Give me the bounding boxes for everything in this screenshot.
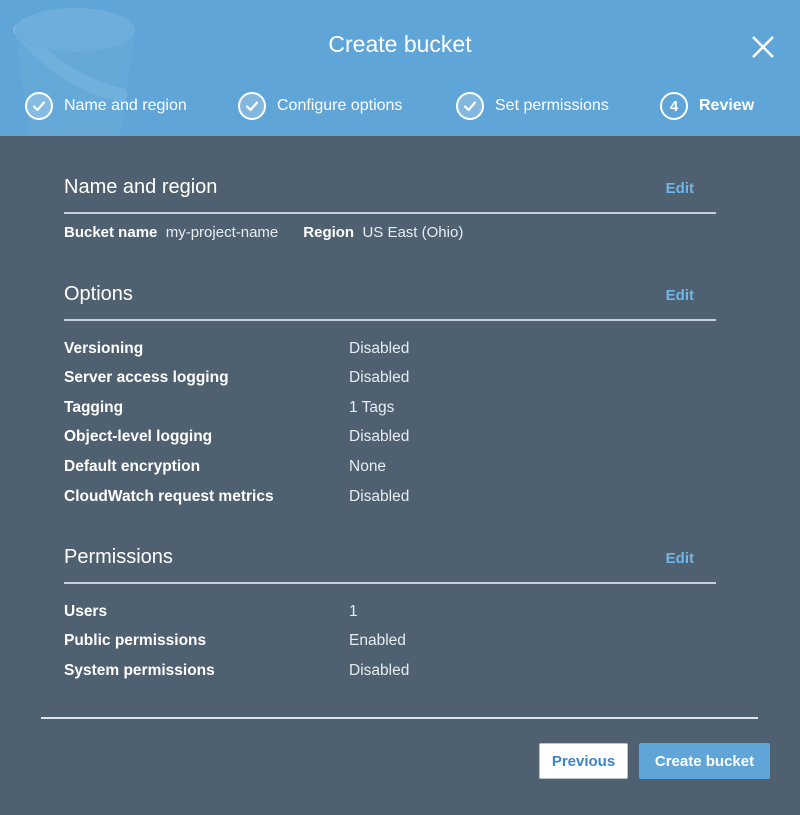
step-check-icon bbox=[456, 92, 484, 120]
permission-label: Users bbox=[64, 603, 108, 620]
step-label: Set permissions bbox=[495, 97, 609, 114]
option-label: Server access logging bbox=[64, 369, 229, 386]
permission-label: Public permissions bbox=[64, 632, 207, 649]
option-value: Disabled bbox=[349, 369, 410, 386]
option-value: Disabled bbox=[349, 488, 410, 505]
create-bucket-button[interactable]: Create bucket bbox=[639, 743, 770, 779]
permission-row: System permissions Disabled bbox=[64, 662, 564, 682]
option-label: Default encryption bbox=[64, 458, 201, 475]
option-label: Versioning bbox=[64, 340, 144, 357]
step-configure-options[interactable]: Configure options bbox=[238, 88, 402, 124]
permission-row: Users 1 bbox=[64, 603, 564, 623]
permission-value: Enabled bbox=[349, 632, 406, 649]
option-row: Object-level logging Disabled bbox=[64, 428, 564, 448]
edit-options-link[interactable]: Edit bbox=[666, 287, 694, 304]
section-header-name-region: Name and region Edit bbox=[64, 176, 716, 214]
dialog-header: Create bucket Name and region Configure … bbox=[0, 0, 800, 136]
option-row: Server access logging Disabled bbox=[64, 369, 564, 389]
option-value: None bbox=[349, 458, 387, 475]
section-header-options: Options Edit bbox=[64, 283, 716, 321]
option-value: 1 Tags bbox=[349, 399, 395, 416]
permission-row: Public permissions Enabled bbox=[64, 632, 564, 652]
permission-value: Disabled bbox=[349, 662, 410, 679]
previous-button[interactable]: Previous bbox=[539, 743, 628, 779]
option-value: Disabled bbox=[349, 340, 410, 357]
section-header-permissions: Permissions Edit bbox=[64, 546, 716, 584]
option-row: Default encryption None bbox=[64, 458, 564, 478]
name-region-summary: Bucket name my-project-name Region US Ea… bbox=[64, 224, 463, 241]
step-number: 4 bbox=[660, 92, 688, 120]
option-row: CloudWatch request metrics Disabled bbox=[64, 488, 564, 508]
check-icon bbox=[32, 101, 46, 112]
bucket-name-label: Bucket name bbox=[64, 224, 158, 241]
edit-permissions-link[interactable]: Edit bbox=[666, 550, 694, 567]
region-label: Region bbox=[303, 224, 355, 241]
step-label: Name and region bbox=[64, 97, 187, 114]
option-label: Object-level logging bbox=[64, 428, 213, 445]
step-check-icon bbox=[25, 92, 53, 120]
option-row: Versioning Disabled bbox=[64, 340, 564, 360]
section-title: Name and region bbox=[64, 176, 218, 198]
wizard-steps: Name and region Configure options Set pe… bbox=[0, 88, 800, 124]
section-title: Options bbox=[64, 283, 133, 305]
check-icon bbox=[245, 101, 259, 112]
step-name-and-region[interactable]: Name and region bbox=[25, 88, 187, 124]
create-bucket-dialog: Create bucket Name and region Configure … bbox=[0, 0, 800, 815]
bucket-name-value: my-project-name bbox=[165, 224, 279, 241]
permission-value: 1 bbox=[349, 603, 358, 620]
edit-name-region-link[interactable]: Edit bbox=[666, 180, 694, 197]
dialog-title: Create bucket bbox=[328, 31, 472, 57]
section-title: Permissions bbox=[64, 546, 173, 568]
close-icon bbox=[752, 36, 774, 58]
option-label: CloudWatch request metrics bbox=[64, 488, 274, 505]
step-label: Configure options bbox=[277, 97, 403, 114]
footer-divider bbox=[41, 717, 758, 719]
permission-label: System permissions bbox=[64, 662, 215, 679]
option-value: Disabled bbox=[349, 428, 410, 445]
close-button[interactable] bbox=[749, 33, 777, 61]
step-set-permissions[interactable]: Set permissions bbox=[456, 88, 609, 124]
check-icon bbox=[463, 101, 477, 112]
option-row: Tagging 1 Tags bbox=[64, 399, 564, 419]
step-check-icon bbox=[238, 92, 266, 120]
step-review[interactable]: 4 Review bbox=[660, 88, 754, 124]
region-value: US East (Ohio) bbox=[362, 224, 464, 241]
step-label: Review bbox=[699, 97, 755, 114]
option-label: Tagging bbox=[64, 399, 124, 416]
